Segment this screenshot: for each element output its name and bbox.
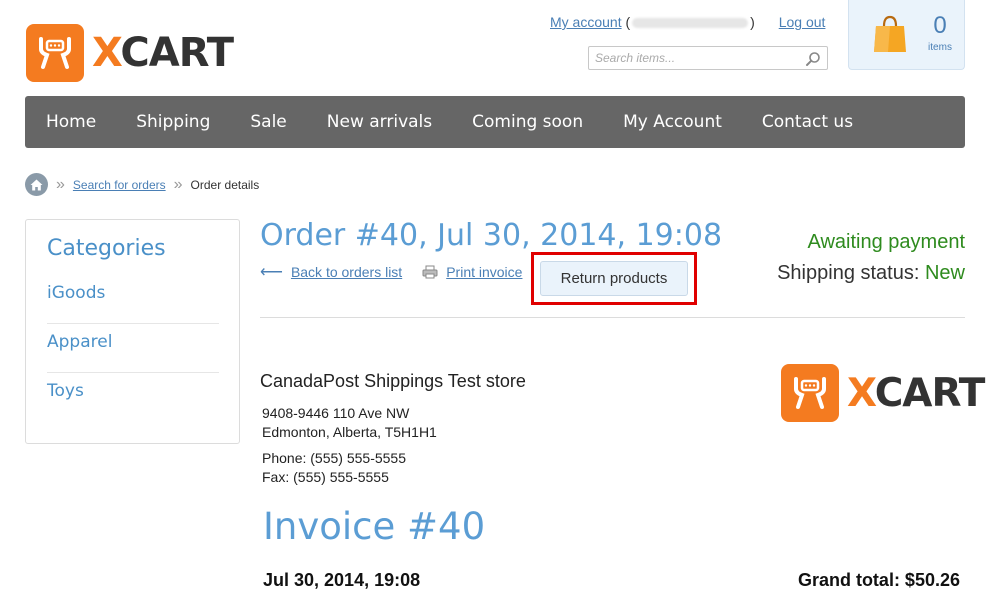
logout-link[interactable]: Log out [779,14,826,30]
logo-cart: CART [120,30,234,76]
site-logo[interactable]: XCART [26,24,234,82]
breadcrumb-separator: » [56,175,65,193]
logo-cart: CART [874,370,986,416]
nav-item-home[interactable]: Home [46,112,96,132]
invoice-logo: XCART [781,364,986,422]
cart-items-label: items [928,42,952,53]
breadcrumb-current: Order details [190,177,260,192]
return-products-button[interactable]: Return products [540,261,688,296]
breadcrumb-search-orders[interactable]: Search for orders [73,178,166,192]
breadcrumb-separator: » [173,175,183,193]
shipping-status-value: New [924,262,965,284]
shipping-status: Shipping status: New [777,262,965,285]
search-box [588,46,828,70]
invoice-date: Jul 30, 2014, 19:08 [263,570,421,590]
nav-item-contact-us[interactable]: Contact us [762,112,853,132]
payment-status: Awaiting payment [807,231,966,253]
breadcrumb: » Search for orders » Order details [25,173,259,196]
nav-item-sale[interactable]: Sale [250,112,286,132]
shipping-status-label: Shipping status: [777,262,920,284]
nav-item-shipping[interactable]: Shipping [136,112,210,132]
store-fax: Fax: (555) 555-5555 [262,469,389,485]
print-invoice-link[interactable]: Print invoice [446,264,522,280]
my-account-link[interactable]: My account [550,14,622,30]
home-icon[interactable] [25,173,48,196]
xcart-logo-icon [26,24,84,82]
categories-sidebar: Categories iGoods Apparel Toys [25,219,240,444]
nav-item-new-arrivals[interactable]: New arrivals [327,112,432,132]
invoice-title: Invoice #40 [263,505,486,548]
nav-item-coming-soon[interactable]: Coming soon [472,112,583,132]
address-line-1: 9408-9446 110 Ave NW [262,405,410,421]
logo-wordmark: XCART [92,30,234,76]
account-links: My account () Log out [550,14,825,30]
sidebar-item-toys[interactable]: Toys [47,373,219,422]
blurred-email [632,18,749,29]
printer-icon[interactable] [422,265,438,279]
paren-close: ) [750,14,755,30]
logo-wordmark: XCART [847,370,986,416]
main-nav: Home Shipping Sale New arrivals Coming s… [25,96,965,148]
section-divider [260,317,965,318]
return-button-highlight: Return products [531,252,697,305]
back-to-orders-link[interactable]: Back to orders list [291,264,402,280]
xcart-logo-icon [781,364,839,422]
order-status: Awaiting payment Shipping status: New [777,231,965,285]
grand-total: Grand total: $50.26 [797,570,960,590]
store-address: 9408-9446 110 Ave NW Edmonton, Alberta, … [262,404,437,442]
store-contact: Phone: (555) 555-5555 Fax: (555) 555-555… [262,449,406,487]
page-title: Order #40, Jul 30, 2014, 19:08 [260,218,723,253]
mini-cart[interactable]: 0 items [848,0,965,70]
sidebar-item-igoods[interactable]: iGoods [47,275,219,324]
cart-count: 0 [933,12,947,39]
search-input[interactable] [589,47,794,69]
store-name: CanadaPost Shippings Test store [260,371,526,391]
logo-x: X [847,370,876,416]
sidebar-item-apparel[interactable]: Apparel [47,324,219,373]
store-phone: Phone: (555) 555-5555 [262,450,406,466]
nav-item-my-account[interactable]: My Account [623,112,722,132]
sidebar-title: Categories [47,236,166,261]
logo-x: X [92,30,121,76]
paren-open: ( [625,14,631,30]
search-icon[interactable] [805,51,821,67]
address-line-2: Edmonton, Alberta, T5H1H1 [262,424,437,440]
arrow-left-icon: ⟵ [260,264,283,281]
shopping-bag-icon [874,15,906,52]
order-actions: ⟵ Back to orders list Print invoice [260,262,522,282]
